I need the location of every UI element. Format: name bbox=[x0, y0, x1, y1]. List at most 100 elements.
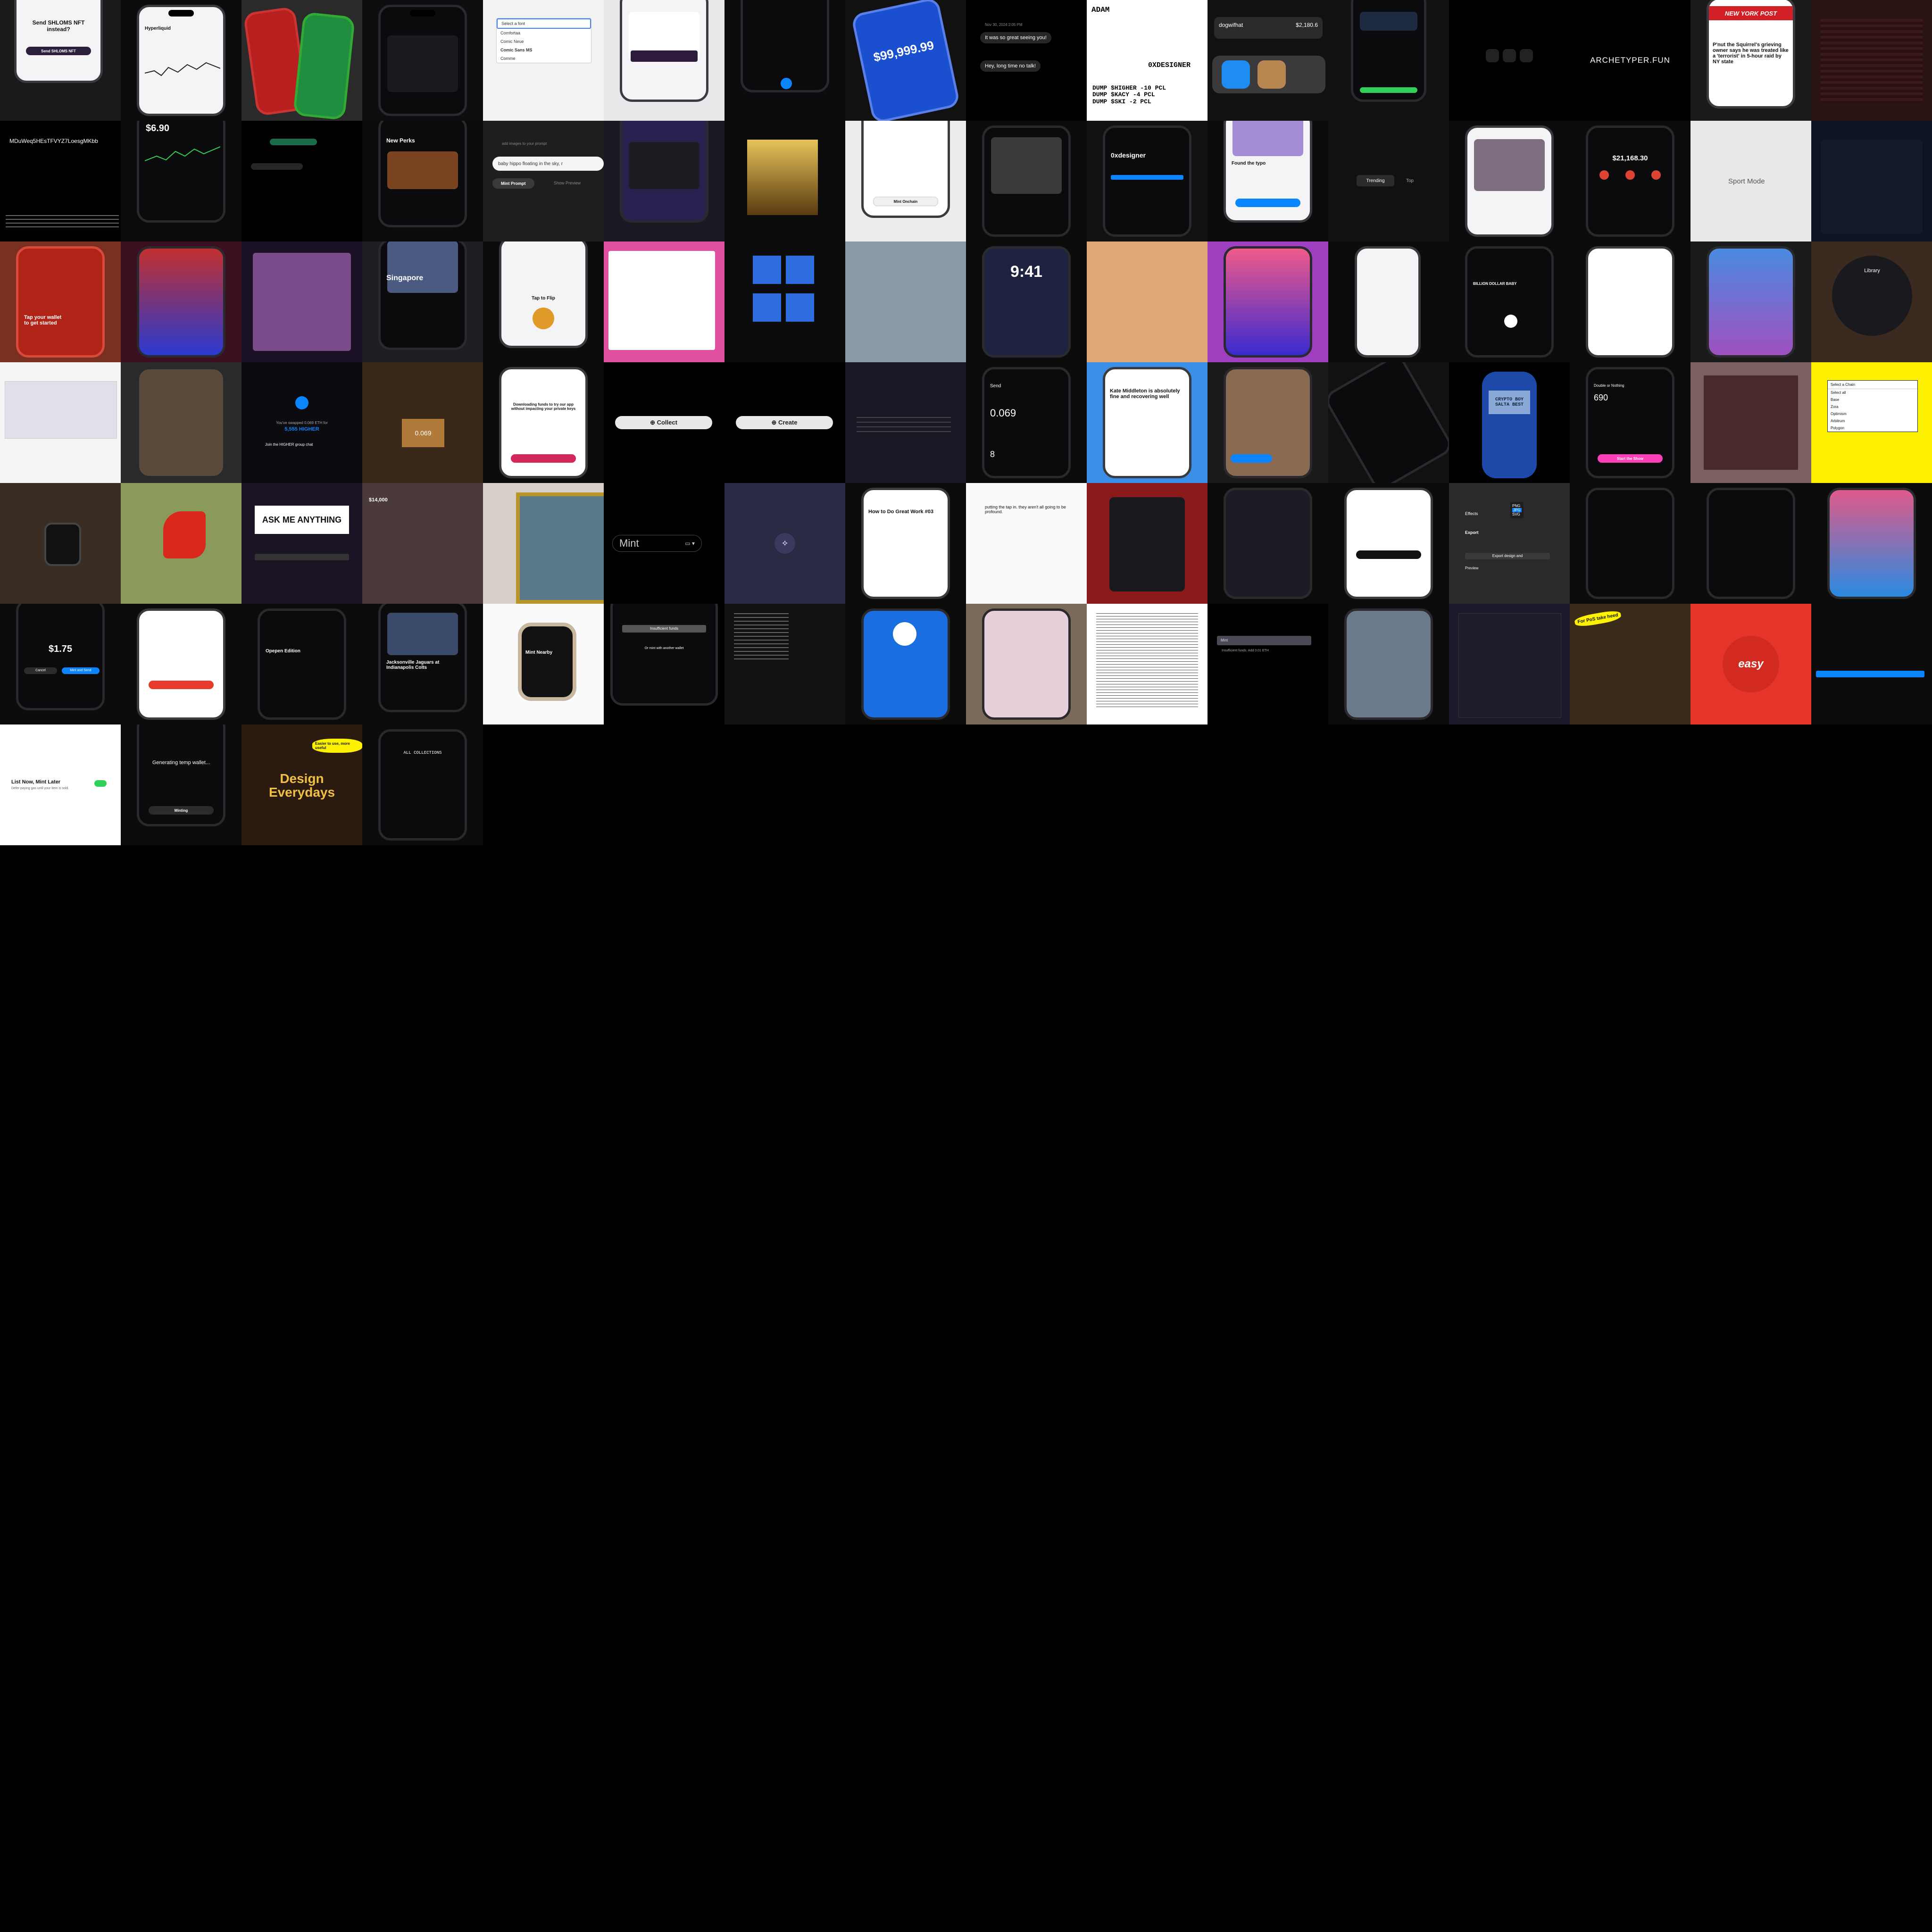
format-option[interactable]: SVG bbox=[1512, 512, 1522, 516]
cta-bar[interactable] bbox=[1111, 175, 1183, 180]
game-title[interactable]: Jacksonville Jaguars at Indianapolis Col… bbox=[386, 660, 459, 670]
action-icon[interactable] bbox=[1651, 170, 1661, 180]
tile-chain-select[interactable]: Select a Chain Select all Base Zora Opti… bbox=[1811, 362, 1932, 483]
minting-button[interactable]: Minting bbox=[149, 806, 214, 815]
tile-group-chat bbox=[242, 121, 362, 242]
tile-list-phone bbox=[1328, 242, 1449, 362]
tile-bitcoin-price: $99,999.99 bbox=[845, 0, 966, 121]
folder-icon[interactable]: ▭ ▾ bbox=[685, 540, 695, 547]
tile-icons bbox=[1449, 0, 1570, 121]
collect-button[interactable]: ⊕ Collect bbox=[615, 416, 712, 429]
mint-prompt-button[interactable]: Mint Prompt bbox=[492, 178, 534, 189]
screenshot-grid: Send SHLOMS NFT instead? Send SHLOMS NFT… bbox=[0, 0, 1932, 845]
tile-mint-prompt[interactable]: add images to your prompt baby hippo flo… bbox=[483, 121, 604, 242]
phone-frame: $99,999.99 bbox=[850, 0, 961, 121]
chain-option[interactable]: Polygon bbox=[1828, 425, 1917, 432]
confirm-button[interactable]: Mint and Send bbox=[62, 667, 100, 674]
show-preview-link[interactable]: Show Preview bbox=[554, 181, 581, 185]
join-group-link[interactable]: Join the HIGHER group chat bbox=[265, 442, 313, 447]
mint-input[interactable]: Mint bbox=[1217, 636, 1311, 645]
record-icon[interactable] bbox=[781, 78, 792, 89]
mint-button[interactable] bbox=[1231, 454, 1272, 463]
font-option[interactable]: Comic Neue bbox=[497, 37, 591, 46]
easy-button[interactable]: easy bbox=[1723, 636, 1779, 692]
tile-send-eth: Send 0.069 8 bbox=[966, 362, 1087, 483]
dog-app-icon[interactable] bbox=[1257, 60, 1286, 89]
tile-low-funds[interactable]: Mint Insufficient funds. Add 0.01 ETH bbox=[1208, 604, 1328, 724]
context-menu[interactable] bbox=[629, 142, 700, 189]
chain-option[interactable]: Select all bbox=[1828, 389, 1917, 396]
mint-button[interactable] bbox=[149, 681, 214, 689]
export-button[interactable]: Export design and bbox=[1465, 553, 1550, 559]
format-option[interactable]: JPG bbox=[1512, 508, 1522, 512]
font-option[interactable]: Comfortaa bbox=[497, 29, 591, 37]
chain-option[interactable]: Arbitrum bbox=[1828, 417, 1917, 425]
chain-select-header[interactable]: Select a Chain bbox=[1828, 381, 1917, 389]
tile-font-menu[interactable]: Select a font Comfortaa Comic Neue Comic… bbox=[483, 0, 604, 121]
bridge-icon[interactable] bbox=[1520, 49, 1533, 62]
kate-headline[interactable]: Kate Middleton is absolutely fine and re… bbox=[1110, 388, 1184, 400]
insufficient-button[interactable]: Insufficient funds bbox=[622, 625, 706, 633]
watch bbox=[44, 523, 81, 566]
chain-option[interactable]: Zora bbox=[1828, 403, 1917, 410]
pause-icon[interactable] bbox=[1504, 315, 1517, 328]
primary-button[interactable] bbox=[1235, 199, 1300, 207]
tile-send-nft[interactable]: Send SHLOMS NFT instead? Send SHLOMS NFT bbox=[0, 0, 121, 121]
search-input[interactable]: MDuWeq5HEsTFVYZ7LoesgMKbb bbox=[9, 138, 121, 144]
sparkle-icon[interactable]: ✧ bbox=[774, 533, 795, 554]
swapped-title: You've swapped 0.069 ETH for bbox=[276, 421, 328, 425]
survey-button[interactable] bbox=[511, 454, 576, 463]
font-option[interactable]: Comme bbox=[497, 54, 591, 63]
chain-option[interactable]: Base bbox=[1828, 396, 1917, 403]
tile-list-later[interactable]: List Now, Mint Later Defer paying gas un… bbox=[0, 724, 121, 845]
typing-text[interactable]: putting the tap in. they aren't all goin… bbox=[985, 505, 1070, 514]
mint-input[interactable]: Mint ▭ ▾ bbox=[612, 535, 702, 552]
tab-trending[interactable]: Trending bbox=[1357, 175, 1394, 186]
tile-lockscreen: 9:41 bbox=[966, 242, 1087, 362]
font-option[interactable]: Comic Sans MS bbox=[497, 46, 591, 54]
tile-messages bbox=[604, 0, 724, 121]
other-wallet-link[interactable]: Or mint with another wallet bbox=[613, 647, 716, 650]
tile-balance: $21,168.30 bbox=[1570, 121, 1690, 242]
tile-search-text[interactable]: MDuWeq5HEsTFVYZ7LoesgMKbb bbox=[0, 121, 121, 242]
swap-icon[interactable] bbox=[1503, 49, 1516, 62]
action-icon[interactable] bbox=[1625, 170, 1635, 180]
tile-flip: Tap to Flip bbox=[483, 242, 604, 362]
finder-icon[interactable] bbox=[1222, 60, 1250, 89]
tile-dark-phone bbox=[362, 0, 483, 121]
mint-onchain-button[interactable]: Mint Onchain bbox=[873, 197, 938, 206]
prompt-input[interactable]: baby hippo floating in the sky, r bbox=[492, 157, 604, 171]
nypost-headline[interactable]: P'nut the Squirrel's grieving owner says… bbox=[1713, 42, 1789, 65]
create-button[interactable]: ⊕ Create bbox=[736, 416, 833, 429]
chain-dropdown[interactable]: Select a Chain Select all Base Zora Opti… bbox=[1827, 380, 1918, 432]
funds-note[interactable]: Insufficient funds. Add 0.01 ETH bbox=[1222, 649, 1269, 652]
format-menu[interactable]: PNG JPG SVG bbox=[1510, 502, 1524, 518]
action-icon[interactable] bbox=[1599, 170, 1609, 180]
font-dropdown[interactable]: Select a font Comfortaa Comic Neue Comic… bbox=[496, 18, 591, 63]
font-select-placeholder[interactable]: Select a font bbox=[497, 18, 591, 29]
list-title: List Now, Mint Later bbox=[11, 779, 61, 785]
lock-time: 9:41 bbox=[1010, 263, 1043, 281]
list-toggle[interactable] bbox=[94, 780, 107, 787]
start-button[interactable]: Start the Show bbox=[1598, 454, 1663, 463]
coin-icon[interactable] bbox=[533, 308, 554, 329]
phone-frame: Hyperliquid bbox=[137, 5, 225, 116]
tile-post bbox=[845, 362, 966, 483]
toggle-bar[interactable] bbox=[1360, 87, 1417, 93]
cancel-button[interactable]: Cancel bbox=[24, 667, 57, 674]
tile-mint-input[interactable]: Mint ▭ ▾ bbox=[604, 483, 724, 604]
chain-option[interactable]: Optimism bbox=[1828, 410, 1917, 417]
tile-blur: $14,000 bbox=[362, 483, 483, 604]
tweet-banner[interactable] bbox=[1816, 671, 1924, 677]
send-nft-button[interactable]: Send SHLOMS NFT bbox=[26, 47, 91, 55]
question-input[interactable] bbox=[255, 554, 349, 560]
submit-button[interactable] bbox=[1356, 550, 1421, 559]
format-option[interactable]: PNG bbox=[1512, 504, 1522, 508]
preview-label[interactable]: Preview bbox=[1465, 566, 1478, 570]
tab-top[interactable]: Top bbox=[1398, 175, 1422, 186]
tile-hyperliquid[interactable]: Hyperliquid bbox=[121, 0, 242, 121]
send-icon[interactable] bbox=[1486, 49, 1499, 62]
watch-title: Mint Nearby bbox=[525, 650, 553, 655]
shazam-icon[interactable] bbox=[893, 622, 916, 646]
swapped-amount: 5,555 HIGHER bbox=[284, 426, 319, 432]
